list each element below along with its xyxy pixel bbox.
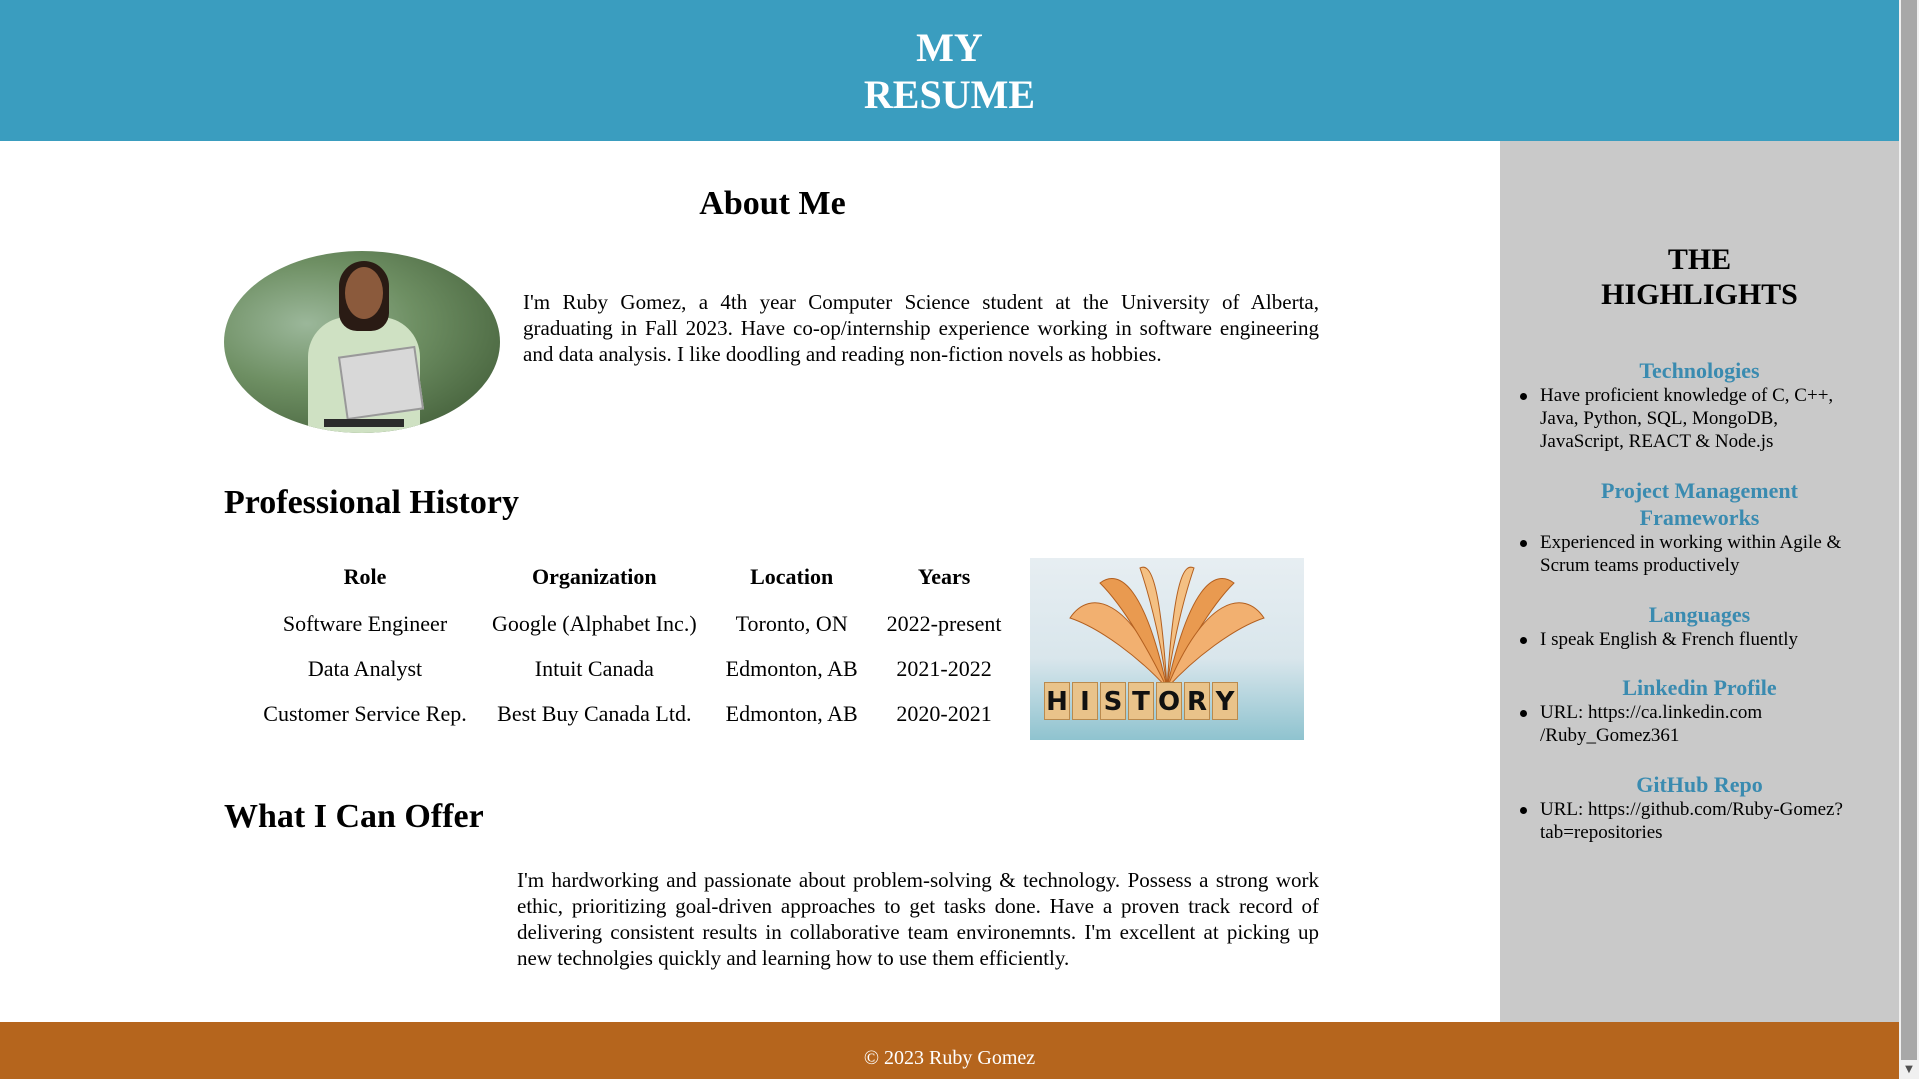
vertical-scrollbar[interactable]: ▼ bbox=[1899, 0, 1919, 1079]
highlight-list: I speak English & French fluently bbox=[1500, 628, 1899, 651]
column-header-organization: Organization bbox=[531, 564, 657, 589]
highlight-technologies: Technologies Have proficient knowledge o… bbox=[1500, 357, 1899, 453]
highlight-heading: Linkedin Profile bbox=[1622, 675, 1777, 700]
letter-tile: R bbox=[1184, 682, 1210, 720]
highlight-list: URL: https://ca.linkedin.com /Ruby_Gomez… bbox=[1500, 701, 1899, 747]
letter-tile: S bbox=[1100, 682, 1126, 720]
linkedin-url: URL: https://ca.linkedin.com /Ruby_Gomez… bbox=[1520, 701, 1858, 747]
page-header: MY RESUME bbox=[0, 0, 1899, 141]
offer-text: I'm hardworking and passionate about pro… bbox=[517, 868, 1319, 970]
footer-copyright: © 2023 Ruby Gomez bbox=[863, 1047, 1036, 1069]
resume-page: MY RESUME About Me I'm Ruby Gomez, a 4th… bbox=[0, 0, 1899, 1079]
letter-tile: Y bbox=[1212, 682, 1238, 720]
photo-binder bbox=[337, 345, 425, 421]
highlight-heading: Languages bbox=[1648, 602, 1751, 627]
highlights-sidebar: THE HIGHLIGHTS Technologies Have profici… bbox=[1500, 141, 1899, 1022]
highlight-item: Have proficient knowledge of C, C++, Jav… bbox=[1520, 384, 1858, 453]
cell-organization: Google (Alphabet Inc.) bbox=[492, 610, 697, 636]
letter-tile: T bbox=[1128, 682, 1154, 720]
column-header-role: Role bbox=[343, 564, 387, 589]
photo-belt bbox=[324, 419, 404, 427]
highlight-item: I speak English & French fluently bbox=[1520, 628, 1858, 651]
about-text: I'm Ruby Gomez, a 4th year Computer Scie… bbox=[523, 290, 1319, 366]
cell-years: 2020-2021 bbox=[896, 700, 992, 726]
cell-organization: Intuit Canada bbox=[534, 655, 654, 681]
column-header-location: Location bbox=[750, 564, 834, 589]
letter-tile: H bbox=[1044, 682, 1070, 720]
history-title: Professional History bbox=[224, 484, 519, 521]
page-title-line2: RESUME bbox=[863, 71, 1036, 117]
highlight-heading: Project Management Frameworks bbox=[1601, 478, 1798, 530]
cell-years: 2021-2022 bbox=[896, 655, 992, 681]
highlight-list: Experienced in working within Agile & Sc… bbox=[1500, 531, 1899, 577]
table-row: Customer Service Rep. Best Buy Canada Lt… bbox=[250, 691, 1014, 736]
table-row: Software Engineer Google (Alphabet Inc.)… bbox=[250, 601, 1014, 646]
highlight-list: URL: https://github.com/Ruby-Gomez?tab=r… bbox=[1500, 798, 1899, 844]
highlights-title-line2: HIGHLIGHTS bbox=[1601, 278, 1798, 311]
highlight-heading: Technologies bbox=[1639, 358, 1760, 383]
table-header-row: Role Organization Location Years bbox=[250, 553, 1014, 601]
column-header-years: Years bbox=[917, 564, 971, 589]
scroll-down-arrow-icon[interactable]: ▼ bbox=[1899, 1060, 1919, 1079]
main-content: About Me I'm Ruby Gomez, a 4th year Comp… bbox=[0, 141, 1500, 1022]
page-title-line1: MY bbox=[916, 24, 983, 70]
highlight-languages: Languages I speak English & French fluen… bbox=[1500, 601, 1899, 651]
photo-face bbox=[345, 267, 383, 319]
history-table: Role Organization Location Years Softwar… bbox=[250, 553, 1014, 736]
highlight-item: Experienced in working within Agile & Sc… bbox=[1520, 531, 1858, 577]
about-title: About Me bbox=[699, 185, 846, 222]
highlights-title: THE HIGHLIGHTS bbox=[1500, 242, 1899, 312]
highlight-heading: GitHub Repo bbox=[1636, 772, 1763, 797]
offer-title: What I Can Offer bbox=[224, 798, 484, 835]
letter-tile: O bbox=[1156, 682, 1182, 720]
highlight-list: Have proficient knowledge of C, C++, Jav… bbox=[1500, 384, 1899, 453]
profile-photo bbox=[224, 251, 500, 433]
highlight-project-management: Project Management Frameworks Experience… bbox=[1500, 477, 1899, 577]
page-title: MY RESUME bbox=[850, 24, 1050, 118]
cell-role: Customer Service Rep. bbox=[263, 700, 467, 726]
history-letter-tiles: H I S T O R Y bbox=[1044, 682, 1238, 720]
cell-organization: Best Buy Canada Ltd. bbox=[497, 700, 692, 726]
letter-tile: I bbox=[1072, 682, 1098, 720]
history-image: H I S T O R Y bbox=[1030, 558, 1304, 740]
highlights-title-line1: THE bbox=[1667, 243, 1732, 276]
highlight-github: GitHub Repo URL: https://github.com/Ruby… bbox=[1500, 771, 1899, 844]
cell-role: Software Engineer bbox=[282, 610, 448, 636]
github-url: URL: https://github.com/Ruby-Gomez?tab=r… bbox=[1520, 798, 1858, 844]
cell-location: Edmonton, AB bbox=[725, 700, 858, 726]
cell-role: Data Analyst bbox=[307, 655, 423, 681]
cell-years: 2022-present bbox=[886, 610, 1002, 636]
page-footer: © 2023 Ruby Gomez bbox=[0, 1022, 1899, 1079]
cell-location: Edmonton, AB bbox=[725, 655, 858, 681]
table-row: Data Analyst Intuit Canada Edmonton, AB … bbox=[250, 646, 1014, 691]
cell-location: Toronto, ON bbox=[735, 610, 848, 636]
scrollbar-thumb[interactable] bbox=[1901, 0, 1917, 1060]
highlight-linkedin: Linkedin Profile URL: https://ca.linkedi… bbox=[1500, 674, 1899, 747]
